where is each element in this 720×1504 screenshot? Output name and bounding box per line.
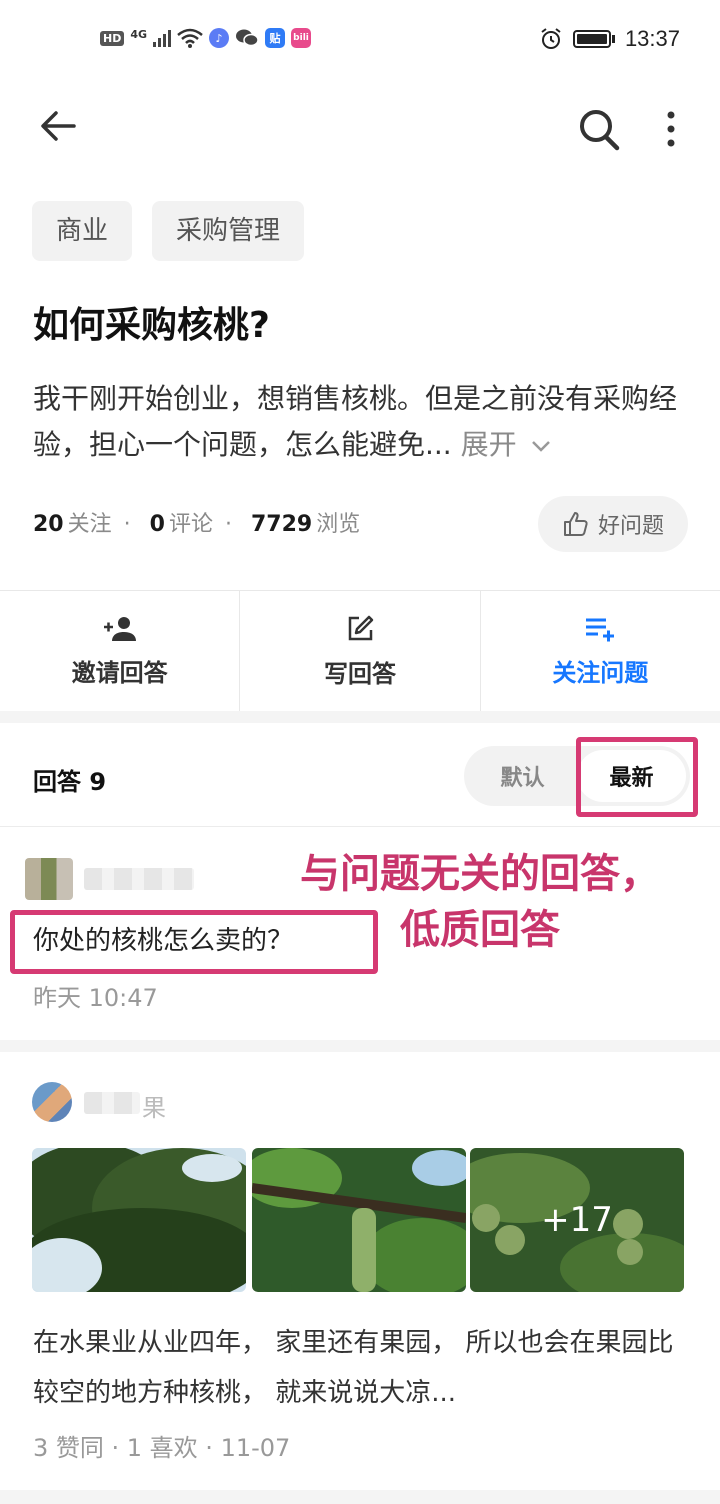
answers-count-header: 回答 9 [33, 768, 107, 796]
music-app-icon: ♪ [209, 28, 230, 48]
question-description[interactable]: 我干刚开始创业，想销售核桃。但是之前没有采购经验，担心一个问题，怎么能避免...… [33, 376, 693, 468]
question-title: 如何采购核桃? [33, 305, 270, 346]
highlight-box-latest [576, 737, 698, 817]
annotation-line-2: 低质回答 [400, 907, 560, 953]
comment-count: 0 [149, 512, 165, 537]
tag-business[interactable]: 商业 [32, 201, 133, 261]
avatar[interactable] [32, 1082, 72, 1122]
signal-icon [153, 29, 172, 47]
status-right-icons: 13:37 [539, 26, 680, 52]
avatar[interactable] [25, 858, 73, 900]
answer-text[interactable]: 在水果业从业四年， 家里还有果园， 所以也会在果园比较空的地方种核桃， 就来说说… [33, 1318, 693, 1418]
answer-meta: 3 赞同 · 1 喜欢 · 11-07 [33, 1434, 291, 1462]
invite-answer-label: 邀请回答 [71, 658, 168, 687]
wifi-icon [177, 28, 203, 48]
view-count: 7729 [250, 512, 313, 537]
answer-text[interactable]: 你处的核桃怎么卖的？ [33, 920, 293, 957]
alarm-icon [541, 28, 561, 49]
sort-default-tab[interactable]: 默认 [468, 750, 577, 802]
tree-canopy-image [32, 1148, 246, 1292]
section-gap [0, 1040, 720, 1052]
answer-image-3[interactable]: +17 [470, 1148, 684, 1292]
username-suffix: 果 [142, 1094, 166, 1122]
wechat-icon [236, 29, 259, 47]
username-blurred[interactable] [84, 1092, 140, 1114]
follow-count: 20 [33, 512, 64, 537]
battery-icon [572, 30, 611, 48]
hd-icon: HD [100, 30, 125, 46]
good-question-label: 好问题 [597, 514, 664, 539]
status-left-icons: HD 4G ♪ 贴 bili [100, 28, 312, 48]
answer-time: 昨天 10:47 [33, 984, 158, 1012]
section-gap [0, 1490, 720, 1504]
follow-question-button[interactable]: 关注问题 [479, 591, 720, 711]
add-list-icon [586, 618, 615, 641]
section-gap [0, 711, 720, 723]
question-actions: 邀请回答 写回答 关注问题 [0, 590, 720, 712]
answer-image-1[interactable] [32, 1148, 246, 1292]
chevron-down-icon [531, 441, 550, 452]
expand-link[interactable]: 展开 [461, 428, 552, 461]
clock: 13:37 [624, 26, 680, 51]
edit-icon [348, 615, 374, 640]
question-description-text: 我干刚开始创业，想销售核桃。但是之前没有采购经验，担心一个问题，怎么能避免... [33, 382, 678, 461]
write-answer-label: 写回答 [323, 659, 396, 688]
more-images-count: +17 [470, 1148, 684, 1292]
tieba-app-icon: 贴 [265, 28, 286, 48]
username-blurred[interactable] [84, 868, 194, 890]
status-bar: HD 4G ♪ 贴 bili 13:37 [0, 0, 720, 84]
thumbs-up-icon [563, 512, 588, 536]
network-type: 4G [130, 28, 148, 41]
annotation-text: 与问题无关的回答， 低质回答 [280, 846, 680, 958]
bilibili-app-icon: bili [291, 28, 312, 48]
add-person-icon [103, 616, 136, 641]
invite-answer-button[interactable]: 邀请回答 [0, 591, 239, 711]
divider [0, 826, 720, 827]
back-arrow-icon[interactable] [36, 104, 80, 148]
write-answer-button[interactable]: 写回答 [239, 591, 479, 711]
tag-procurement[interactable]: 采购管理 [152, 201, 305, 261]
follow-question-label: 关注问题 [552, 658, 649, 687]
good-question-button[interactable]: 好问题 [538, 496, 688, 552]
annotation-line-1: 与问题无关的回答， [300, 851, 660, 897]
search-icon[interactable] [576, 104, 620, 152]
walnut-flower-image [252, 1148, 466, 1292]
answer-image-2[interactable] [252, 1148, 466, 1292]
more-options-icon[interactable] [656, 104, 686, 152]
question-stats: 20 关注 · 0 评论 · 7729 浏览 [33, 512, 361, 537]
